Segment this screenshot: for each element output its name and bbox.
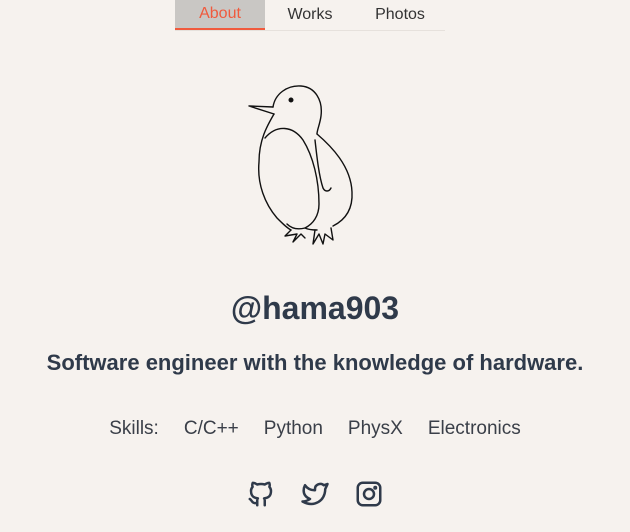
social-links [0,478,630,510]
skill-item: PhysX [347,418,403,439]
tab-photos[interactable]: Photos [355,0,445,30]
profile-handle: @hama903 [230,290,400,326]
skill-item: Python [263,418,323,439]
instagram-link[interactable] [353,478,385,510]
twitter-icon [301,482,329,506]
tab-works[interactable]: Works [265,0,355,30]
tab-bar: About Works Photos [175,0,445,31]
skills-list: Skills: C/C++ Python PhysX Electronics [0,416,630,442]
twitter-link[interactable] [299,478,331,510]
skill-item: C/C++ [183,418,239,439]
profile-tagline: Software engineer with the knowledge of … [46,350,584,375]
page: About Works Photos @hama903 Software eng… [0,0,630,532]
instagram-icon [356,481,382,507]
github-icon [248,481,273,507]
skill-item: Electronics [427,418,521,439]
penguin-avatar-icon [248,85,353,245]
skills-label: Skills: [109,418,159,439]
tab-about[interactable]: About [175,0,265,30]
github-link[interactable] [245,478,277,510]
